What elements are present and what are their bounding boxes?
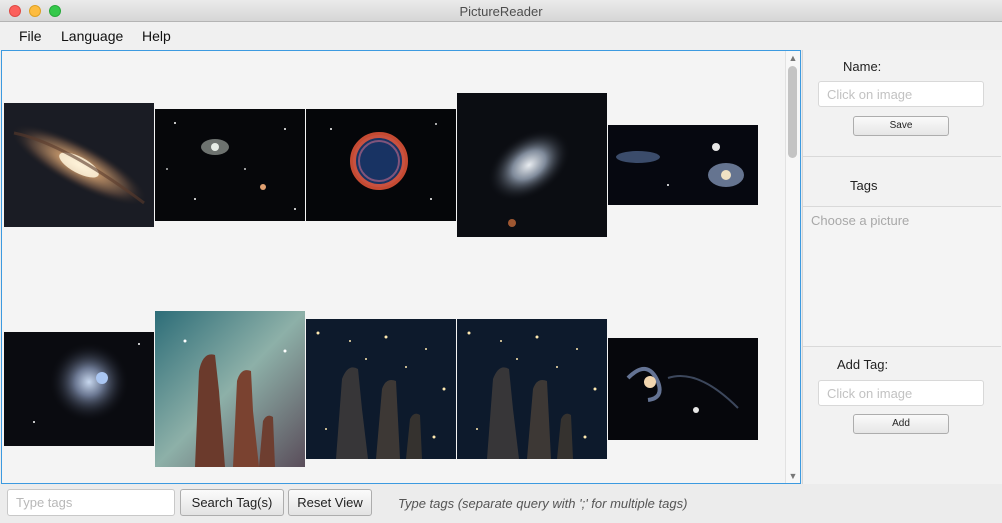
tags-label: Tags <box>850 178 878 193</box>
window-title: PictureReader <box>459 4 543 19</box>
gallery-image[interactable] <box>306 319 456 459</box>
menu-language[interactable]: Language <box>61 28 123 44</box>
gallery-image[interactable] <box>4 332 154 446</box>
gallery-image[interactable] <box>155 109 305 221</box>
name-field[interactable] <box>818 81 984 107</box>
gallery-image[interactable] <box>4 103 154 227</box>
divider <box>803 346 1001 347</box>
search-bar: Search Tag(s) Reset View Type tags (sepa… <box>0 484 1002 523</box>
search-tags-button[interactable]: Search Tag(s) <box>180 489 284 516</box>
gallery-image[interactable] <box>457 319 607 459</box>
add-tag-button[interactable]: Add <box>853 414 949 434</box>
chevron-down-icon[interactable]: ▼ <box>788 471 798 481</box>
add-tag-label: Add Tag: <box>837 357 889 372</box>
scroll-thumb[interactable] <box>788 66 797 158</box>
details-sidebar: Name: Save Tags Choose a picture Add Tag… <box>802 50 1002 484</box>
gallery-image[interactable] <box>608 125 758 205</box>
reset-view-button[interactable]: Reset View <box>288 489 372 516</box>
gallery-image[interactable] <box>608 338 758 440</box>
gallery-image[interactable] <box>457 93 607 237</box>
tag-search-input[interactable] <box>7 489 175 516</box>
menu-help[interactable]: Help <box>142 28 171 44</box>
add-tag-field[interactable] <box>818 380 984 406</box>
save-button[interactable]: Save <box>853 116 949 136</box>
gallery-image[interactable] <box>306 109 456 221</box>
menu-file[interactable]: File <box>19 28 42 44</box>
tags-list[interactable]: Choose a picture <box>803 207 1001 346</box>
tags-empty-message: Choose a picture <box>811 213 910 228</box>
gallery-scrollbar[interactable]: ▲ ▼ <box>785 51 800 483</box>
chevron-up-icon[interactable]: ▲ <box>788 53 798 63</box>
name-label: Name: <box>843 59 882 74</box>
divider <box>803 156 1001 157</box>
menu-bar: File Language Help <box>0 22 1002 50</box>
image-gallery: ▲ ▼ <box>1 50 801 484</box>
search-hint: Type tags (separate query with ';' for m… <box>398 496 688 511</box>
gallery-image[interactable] <box>155 311 305 467</box>
title-bar: PictureReader <box>0 0 1002 22</box>
